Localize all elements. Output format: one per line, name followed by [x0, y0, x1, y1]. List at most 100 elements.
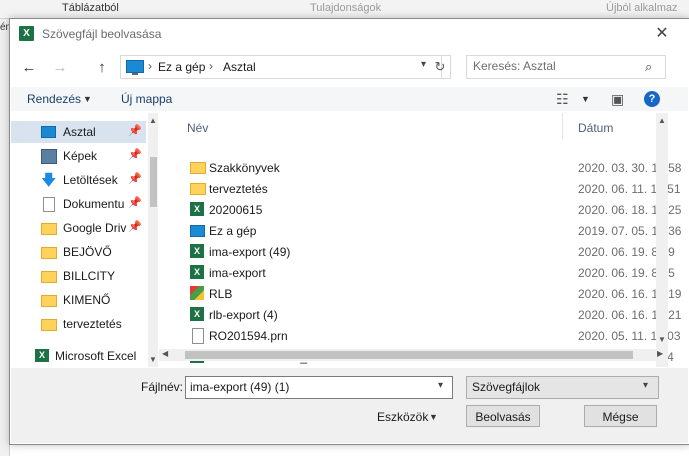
file-row[interactable]: Szakkönyvek 2020. 03. 30. 10:58 [159, 157, 681, 178]
pin-icon: 📌 [128, 149, 142, 161]
file-name: Ez a gép [209, 224, 257, 238]
desktop-icon [41, 126, 56, 138]
scrollbar-thumb[interactable] [185, 351, 633, 359]
close-button[interactable]: ✕ [650, 22, 674, 46]
excel-icon: X [35, 349, 49, 362]
chevron-down-icon[interactable]: ▾ [438, 380, 443, 391]
ribbon-properties[interactable]: Tulajdonságok [310, 2, 381, 14]
file-name: Szakkönyvek [209, 161, 280, 175]
preview-pane-icon[interactable]: ▣ [611, 91, 624, 108]
pictures-icon [41, 149, 57, 164]
chevron-down-icon[interactable]: ▼ [83, 94, 92, 104]
up-arrow-icon[interactable]: ↑ [92, 58, 112, 78]
file-row[interactable]: Ez a gép 2019. 07. 05. 13:36 [159, 220, 681, 241]
text-file-icon [192, 328, 204, 344]
folder-icon [41, 295, 57, 307]
sidebar-item-terveztetes[interactable]: terveztetés [11, 313, 146, 335]
address-bar[interactable]: › Ez a gép › Asztal ▾ [120, 55, 442, 79]
sidebar-item-kimeno[interactable]: KIMENŐ [11, 289, 146, 311]
file-name: ima-export [209, 266, 266, 280]
sidebar-item-desktop[interactable]: Asztal 📌 [11, 121, 146, 143]
sidebar-item-google-drive[interactable]: Google Driv 📌 [11, 217, 146, 239]
ribbon-reapply[interactable]: Újból alkalmaz [606, 2, 678, 14]
search-icon[interactable]: ⌕ [645, 59, 652, 75]
breadcrumb-desktop[interactable]: Asztal [223, 60, 256, 74]
file-row[interactable]: X ima-export (49) 2020. 06. 19. 8:29 [159, 241, 675, 262]
tools-button[interactable]: Eszközök [377, 410, 428, 424]
column-header-name[interactable]: Név [187, 121, 208, 135]
excel-file-icon: X [190, 202, 204, 216]
chevron-down-icon[interactable]: ▼ [581, 94, 590, 104]
excel-app-icon: X [19, 26, 34, 41]
file-row[interactable]: X 20200615 2020. 06. 18. 14:25 [159, 199, 681, 220]
file-name: rlb-export (4) [209, 308, 278, 322]
open-button[interactable]: Beolvasás [466, 405, 540, 427]
organize-button[interactable]: Rendezés [27, 92, 81, 106]
sidebar-item-documents[interactable]: Dokumentu 📌 [11, 193, 146, 215]
file-name: ima-export (49) [209, 245, 291, 259]
sidebar-item-pictures[interactable]: Képek 📌 [11, 145, 146, 167]
file-list-horizontal-scrollbar[interactable]: ◀ ▶ [159, 349, 668, 361]
scroll-down-icon[interactable]: ▼ [149, 355, 157, 364]
pin-icon: 📌 [128, 173, 142, 185]
file-name: RO201594.prn [209, 329, 288, 343]
dialog-titlebar: X Szövegfájl beolvasása ✕ [10, 19, 689, 49]
file-name: 20200615 [209, 203, 263, 217]
folder-icon [41, 247, 57, 259]
search-box[interactable]: ⌕ [466, 55, 666, 79]
pin-icon: 📌 [128, 221, 142, 233]
sidebar-item-label: terveztetés [63, 317, 122, 331]
scroll-right-icon[interactable]: ▶ [657, 349, 663, 358]
file-row[interactable]: RO201594.prn 2020. 05. 11. 17:03 [159, 325, 681, 346]
sidebar-item-downloads[interactable]: 🡇 Letöltések 📌 [11, 169, 146, 191]
file-row[interactable]: X ima-export 2020. 06. 19. 8:35 [159, 262, 675, 283]
chevron-down-icon[interactable]: ▾ [643, 380, 648, 391]
sidebar-item-billcity[interactable]: BILLCITY [11, 265, 146, 287]
command-toolbar: Rendezés ▼ Új mappa ☷ ▼ ▣ [11, 87, 688, 111]
scroll-up-icon[interactable]: ▲ [149, 116, 157, 125]
new-folder-button[interactable]: Új mappa [121, 92, 172, 106]
scrollbar-thumb[interactable] [150, 157, 157, 207]
file-row[interactable]: RLB 2020. 06. 16. 15:19 [159, 283, 681, 304]
navigation-scrollbar[interactable]: ▲ ▼ [148, 113, 158, 367]
column-divider[interactable] [562, 113, 563, 139]
sidebar-item-label: Képek [63, 149, 98, 163]
breadcrumb-separator: › [148, 59, 152, 73]
chevron-down-icon[interactable]: ▾ [421, 59, 426, 70]
file-name: RLB [209, 287, 233, 301]
sidebar-item-label: KIMENŐ [63, 293, 111, 307]
back-arrow-icon[interactable]: ← [19, 58, 39, 78]
forward-arrow-icon[interactable]: → [50, 58, 70, 78]
excel-ribbon: Táblázatból Tulajdonságok Újból alkalmaz [0, 0, 689, 19]
download-icon: 🡇 [41, 172, 57, 189]
filename-input[interactable] [190, 379, 430, 395]
ribbon-from-table[interactable]: Táblázatból [62, 2, 119, 14]
filename-combobox[interactable]: ▾ [185, 376, 453, 399]
rlb-app-icon [190, 286, 204, 300]
pin-icon: 📌 [128, 125, 142, 137]
file-row[interactable]: terveztetés 2020. 06. 11. 14:51 [159, 178, 681, 199]
scroll-down-icon[interactable]: ▼ [658, 335, 666, 344]
column-header-date[interactable]: Dátum [578, 121, 613, 135]
help-icon[interactable]: ? [644, 91, 660, 107]
open-file-dialog: X Szövegfájl beolvasása ✕ ← → ↑ › Ez a g… [9, 18, 689, 445]
sidebar-item-label: Google Driv [63, 221, 127, 235]
sidebar-item-label: Microsoft Excel [55, 349, 137, 363]
sidebar-item-bejovo[interactable]: BEJÖVŐ [11, 241, 146, 263]
filetype-dropdown[interactable]: Szövegfájlok ▾ [466, 376, 659, 399]
filetype-value: Szövegfájlok [472, 380, 541, 394]
sidebar-item-microsoft-excel[interactable]: X Microsoft Excel [11, 345, 146, 367]
cancel-button[interactable]: Mégse [584, 405, 657, 427]
refresh-icon[interactable]: ↻ [430, 55, 451, 79]
breadcrumb-this-pc[interactable]: Ez a gép [158, 60, 205, 74]
document-icon [43, 197, 55, 212]
file-list-vertical-scrollbar[interactable]: ▲ ▼ [656, 113, 668, 367]
pin-icon: 📌 [128, 197, 142, 209]
view-options-icon[interactable]: ☷ [556, 91, 569, 108]
scroll-left-icon[interactable]: ◀ [162, 349, 168, 358]
scroll-up-icon[interactable]: ▲ [658, 116, 666, 125]
sidebar-item-label: Letöltések [63, 173, 118, 187]
chevron-down-icon[interactable]: ▼ [429, 412, 438, 422]
file-row[interactable]: X rlb-export (4) 2020. 06. 16. 15:21 [159, 304, 681, 325]
search-input[interactable] [473, 58, 638, 74]
